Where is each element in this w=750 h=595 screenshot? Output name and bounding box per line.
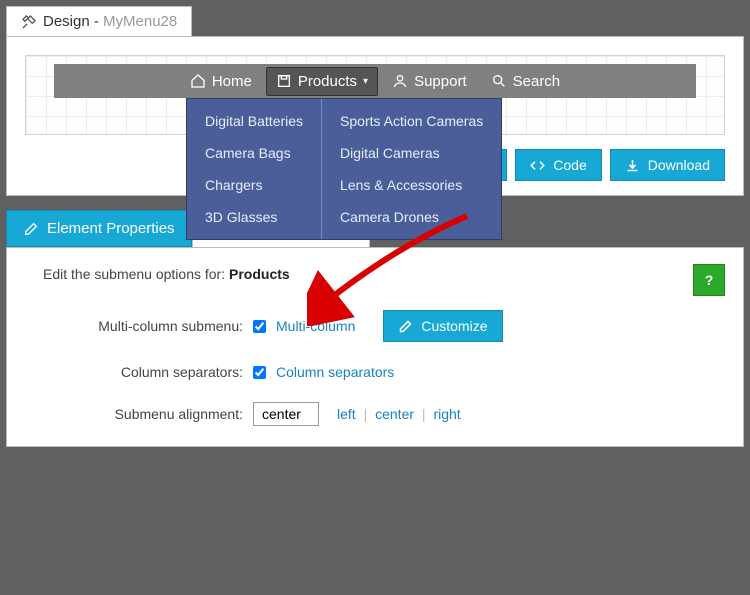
separator: | bbox=[422, 406, 426, 422]
tools-icon bbox=[21, 14, 37, 30]
edit-context: Edit the submenu options for: Products bbox=[43, 266, 719, 282]
button-label: Customize bbox=[421, 318, 487, 334]
menuitem-support[interactable]: Support bbox=[382, 67, 477, 96]
button-label: Code bbox=[553, 157, 586, 173]
design-tab[interactable]: Design - MyMenu28 bbox=[6, 6, 192, 36]
menuitem-home[interactable]: Home bbox=[180, 67, 262, 96]
edit-icon bbox=[23, 221, 39, 237]
multi-column-label: Multi-column submenu: bbox=[43, 318, 243, 334]
align-center-link[interactable]: center bbox=[375, 406, 414, 422]
download-icon bbox=[625, 158, 640, 173]
menuitem-products[interactable]: Products ▾ bbox=[266, 67, 378, 96]
code-icon bbox=[530, 158, 545, 173]
multi-column-link[interactable]: Multi-column bbox=[276, 318, 355, 334]
dropdown-item[interactable]: Chargers bbox=[187, 169, 321, 201]
button-label: Download bbox=[648, 157, 710, 173]
tab-element-properties[interactable]: Element Properties bbox=[6, 210, 192, 247]
floppy-icon bbox=[276, 73, 292, 89]
menuitem-label: Search bbox=[513, 73, 561, 90]
customize-button[interactable]: Customize bbox=[383, 310, 502, 342]
code-button[interactable]: Code bbox=[515, 149, 601, 181]
edit-target: Products bbox=[229, 266, 290, 282]
dropdown-item[interactable]: Camera Drones bbox=[322, 201, 501, 233]
menuitem-search[interactable]: Search bbox=[481, 67, 571, 96]
dropdown-item[interactable]: Digital Cameras bbox=[322, 137, 501, 169]
align-right-link[interactable]: right bbox=[433, 406, 460, 422]
search-icon bbox=[491, 73, 507, 89]
dropdown-item[interactable]: 3D Glasses bbox=[187, 201, 321, 233]
design-tab-label: Design - bbox=[43, 13, 103, 30]
dropdown-item[interactable]: Sports Action Cameras bbox=[322, 105, 501, 137]
submenu-alignment-input[interactable] bbox=[253, 402, 319, 426]
help-button[interactable]: ? bbox=[693, 264, 725, 296]
download-button[interactable]: Download bbox=[610, 149, 725, 181]
menu-bar: Home Products ▾ Support Search Digital B… bbox=[54, 64, 696, 98]
home-icon bbox=[190, 73, 206, 89]
column-separators-link[interactable]: Column separators bbox=[276, 364, 394, 380]
dropdown-item[interactable]: Digital Batteries bbox=[187, 105, 321, 137]
edit-prefix: Edit the submenu options for: bbox=[43, 266, 229, 282]
column-separators-checkbox[interactable] bbox=[253, 366, 266, 379]
multi-column-checkbox[interactable] bbox=[253, 320, 266, 333]
preview-canvas: Home Products ▾ Support Search Digital B… bbox=[25, 55, 725, 135]
menuitem-label: Products bbox=[298, 73, 357, 90]
dropdown-item[interactable]: Lens & Accessories bbox=[322, 169, 501, 201]
pencil-icon bbox=[398, 319, 413, 334]
submenu-options-panel: Edit the submenu options for: Products ?… bbox=[6, 247, 744, 447]
menuitem-label: Support bbox=[414, 73, 467, 90]
products-dropdown: Digital Batteries Camera Bags Chargers 3… bbox=[186, 98, 502, 240]
dropdown-item[interactable]: Camera Bags bbox=[187, 137, 321, 169]
submenu-alignment-label: Submenu alignment: bbox=[43, 406, 243, 422]
design-panel: Home Products ▾ Support Search Digital B… bbox=[6, 36, 744, 196]
separator: | bbox=[364, 406, 368, 422]
help-icon: ? bbox=[705, 272, 714, 288]
user-icon bbox=[392, 73, 408, 89]
design-tab-menu-name: MyMenu28 bbox=[103, 13, 177, 30]
tab-label: Element Properties bbox=[47, 220, 175, 237]
column-separators-label: Column separators: bbox=[43, 364, 243, 380]
align-left-link[interactable]: left bbox=[337, 406, 356, 422]
menuitem-label: Home bbox=[212, 73, 252, 90]
chevron-down-icon: ▾ bbox=[363, 76, 368, 87]
